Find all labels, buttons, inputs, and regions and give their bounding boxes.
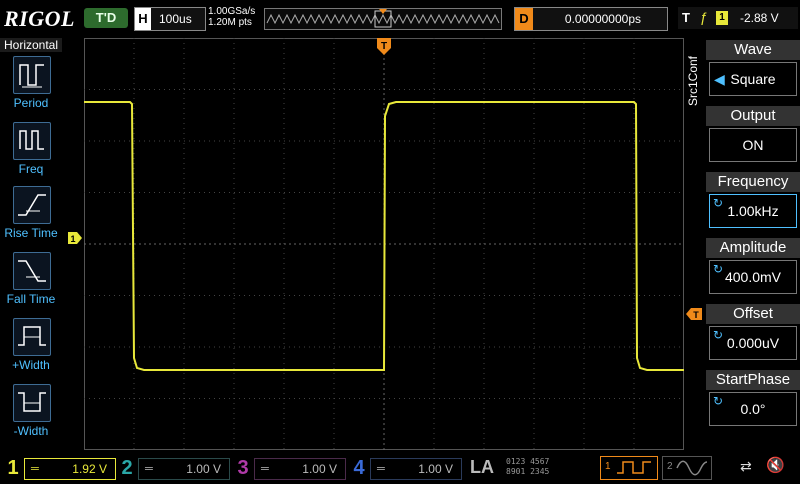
trigger-label: T [682,10,690,25]
trigger-source: 1 [716,11,728,25]
measure-positive-width[interactable]: +Width [0,318,62,382]
channel-1-offset-marker[interactable]: 1 [68,232,82,244]
trigger-status-badge[interactable]: T'D [84,8,128,28]
speaker-mute-icon[interactable]: 🔇 [766,456,785,474]
waveform-display[interactable] [84,38,684,450]
menu-wave[interactable]: Wave ◀ Square [706,38,800,100]
measure-rise-time[interactable]: Rise Time [0,186,62,250]
measure-frequency[interactable]: Freq [0,122,62,186]
svg-text:1: 1 [70,234,75,244]
generator-menu: Wave ◀ Square Output ON Frequency ↻ 1.00kH… [706,38,800,450]
delay-control[interactable]: D 0.00000000ps [514,7,668,31]
menu-start-phase[interactable]: StartPhase ↻ 0.0° [706,368,800,430]
delay-label: D [515,8,533,30]
coupling-icon: ═ [261,463,269,475]
timebase-value: 100us [159,12,192,26]
coupling-icon: ═ [377,463,385,475]
channel-1-scale: 1.92 V [72,462,107,476]
negative-width-icon [13,384,51,422]
channel-3-status[interactable]: 3 ═ 1.00 V [234,456,346,480]
acquisition-info: 1.00GSa/s 1.20M pts [208,6,255,28]
menu-amplitude[interactable]: Amplitude ↻ 400.0mV [706,236,800,298]
positive-width-icon [13,318,51,356]
knob-icon: ↻ [713,328,724,342]
coupling-icon: ═ [145,463,153,475]
trigger-position-icon[interactable]: T [377,38,391,56]
menu-frequency[interactable]: Frequency ↻ 1.00kHz [706,170,800,232]
channel-2-scale: 1.00 V [186,462,221,476]
channel-1-status[interactable]: 1 ═ 1.92 V [4,456,116,480]
source-config-label: Src1Conf [686,55,700,107]
memory-depth: 1.20M pts [208,17,252,28]
knob-icon: ↻ [713,196,724,210]
channel-4-scale: 1.00 V [418,462,453,476]
left-arrow-icon: ◀ [714,71,725,87]
horizontal-label: H [135,8,151,30]
fall-time-icon [13,252,51,290]
period-icon [13,56,51,94]
measure-period[interactable]: Period [0,56,62,120]
measure-menu-title: Horizontal [0,38,62,52]
delay-value: 0.00000000ps [564,12,641,26]
generator-2-status[interactable]: 2 [662,456,712,480]
channel-3-scale: 1.00 V [302,462,337,476]
knob-icon: ↻ [713,262,724,276]
measure-negative-width[interactable]: -Width [0,384,62,448]
svg-text:T: T [693,310,699,320]
rise-time-icon [13,186,51,224]
memory-overview-wave [266,9,500,28]
coupling-icon: ═ [31,463,39,475]
trigger-level-marker[interactable]: T [686,308,702,320]
usb-icon: ⇄ [740,458,752,474]
svg-text:T: T [381,41,387,52]
logic-analyzer-status[interactable]: LA 0123 4567 8901 2345 [470,456,580,478]
trigger-level: -2.88 V [740,11,779,25]
channel-4-status[interactable]: 4 ═ 1.00 V [350,456,462,480]
menu-offset[interactable]: Offset ↻ 0.000uV [706,302,800,364]
sample-rate: 1.00GSa/s [208,6,256,17]
horizontal-timebase[interactable]: H 100us [134,7,206,31]
trigger-settings[interactable]: T ƒ 1 -2.88 V [678,7,798,29]
la-bit-indicators: 0123 4567 8901 2345 [506,457,550,476]
menu-output[interactable]: Output ON [706,104,800,166]
memory-overview-window[interactable] [264,8,502,30]
brand-logo: RIGOL [4,6,75,31]
knob-icon: ↻ [713,394,724,408]
frequency-icon [13,122,51,160]
measure-fall-time[interactable]: Fall Time [0,252,62,316]
channel-2-status[interactable]: 2 ═ 1.00 V [118,456,230,480]
generator-1-status[interactable]: 1 [600,456,658,480]
rising-edge-icon: ƒ [700,9,708,25]
